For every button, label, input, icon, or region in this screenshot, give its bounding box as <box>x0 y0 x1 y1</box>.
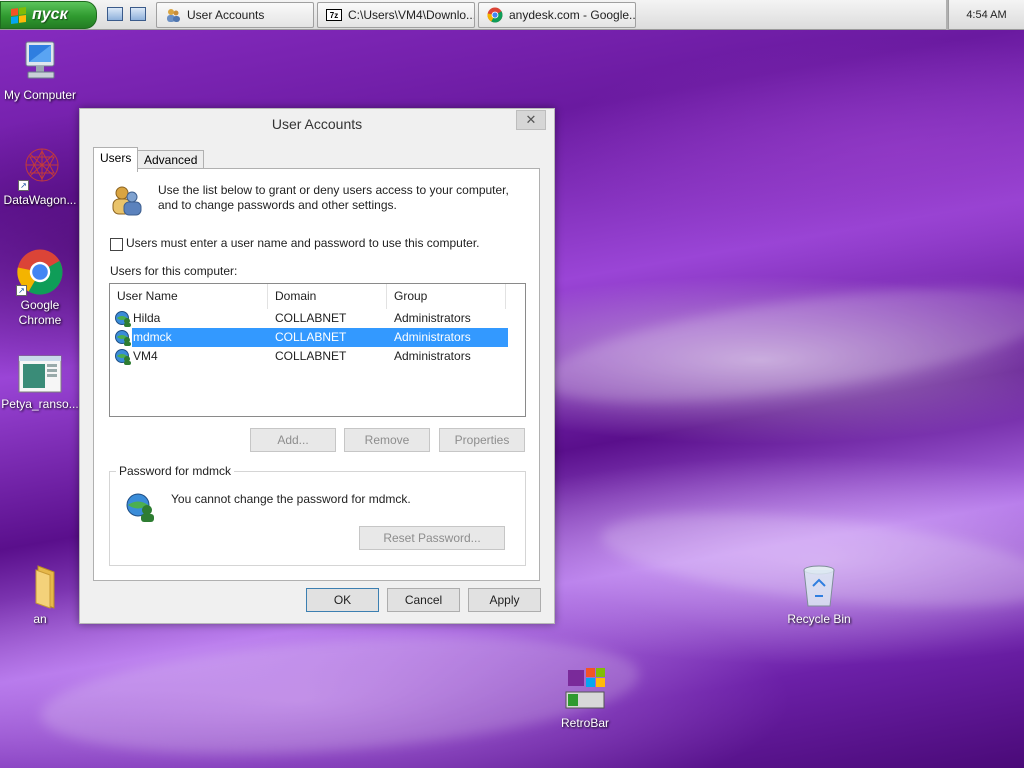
desktop: пуск User Accounts 7z C:\Users\VM4\Downl… <box>0 0 1024 768</box>
user-group: Administrators <box>394 330 471 344</box>
close-icon: ✕ <box>525 112 537 127</box>
user-row-hilda[interactable]: Hilda COLLABNET Administrators <box>112 309 508 328</box>
user-group: Administrators <box>394 349 471 363</box>
retrobar-icon <box>565 668 605 709</box>
tab-advanced[interactable]: Advanced <box>137 150 205 169</box>
task-label: anydesk.com - Google... <box>509 8 636 22</box>
users-list-header: User Name Domain Group <box>110 284 525 309</box>
desktop-icon-google-chrome[interactable]: ↗ Google Chrome <box>0 248 80 328</box>
window-icon <box>18 355 62 393</box>
users-tab-panel: Use the list below to grant or deny user… <box>93 168 540 581</box>
user-row-vm4[interactable]: VM4 COLLABNET Administrators <box>112 347 508 366</box>
close-button[interactable]: ✕ <box>516 110 546 130</box>
user-domain: COLLABNET <box>275 311 347 325</box>
computer-icon <box>25 41 55 79</box>
column-header-domain[interactable]: Domain <box>268 284 387 309</box>
users-list-caption: Users for this computer: <box>110 264 238 278</box>
user-globe-icon <box>115 330 131 346</box>
task-label: User Accounts <box>187 8 265 22</box>
desktop-icon-label: My Computer <box>3 88 77 102</box>
quick-launch-window-icon[interactable] <box>130 7 146 21</box>
desktop-icon-recycle-bin[interactable]: Recycle Bin <box>779 562 859 627</box>
add-user-button[interactable]: Add... <box>250 428 336 452</box>
reset-password-button[interactable]: Reset Password... <box>359 526 505 550</box>
taskbar-button-7zip[interactable]: 7z C:\Users\VM4\Downlo... <box>317 2 475 28</box>
desktop-icon-label: an <box>33 612 47 626</box>
desktop-icon-label: Recycle Bin <box>787 612 851 626</box>
show-desktop-icon[interactable] <box>107 7 123 21</box>
shortcut-arrow-icon: ↗ <box>16 285 27 296</box>
svg-text:7z: 7z <box>330 11 338 20</box>
remove-user-button[interactable]: Remove <box>344 428 430 452</box>
clock[interactable]: 4:54 AM <box>948 0 1024 30</box>
windows-logo-icon <box>11 6 26 24</box>
recycle-bin-icon <box>803 565 835 607</box>
require-login-checkbox[interactable] <box>110 238 123 251</box>
password-groupbox: Password for mdmck You cannot change the… <box>109 464 526 566</box>
folder-icon <box>35 565 55 609</box>
7zip-icon: 7z <box>326 9 342 21</box>
taskbar-button-chrome[interactable]: anydesk.com - Google... <box>478 2 636 28</box>
user-row-mdmck[interactable]: mdmck COLLABNET Administrators <box>112 328 508 347</box>
desktop-icon-petya[interactable]: Petya_ranso... <box>0 355 80 412</box>
shortcut-arrow-icon: ↗ <box>18 180 29 191</box>
user-domain: COLLABNET <box>275 349 347 363</box>
user-globe-icon <box>115 311 131 327</box>
user-name: mdmck <box>133 330 172 344</box>
apply-button[interactable]: Apply <box>468 588 541 612</box>
user-group: Administrators <box>394 311 471 325</box>
password-message: You cannot change the password for mdmck… <box>171 492 411 506</box>
intro-text: Use the list below to grant or deny user… <box>158 183 509 212</box>
taskbar: пуск User Accounts 7z C:\Users\VM4\Downl… <box>0 0 1024 30</box>
user-globe-icon <box>126 493 154 522</box>
start-label: пуск <box>32 6 68 23</box>
desktop-icon-label: Petya_ranso... <box>1 397 79 411</box>
user-globe-icon <box>115 349 131 365</box>
password-groupbox-legend: Password for mdmck <box>116 464 235 478</box>
dialog-title: User Accounts <box>271 116 363 132</box>
cancel-button[interactable]: Cancel <box>387 588 460 612</box>
start-button[interactable]: пуск <box>0 1 97 29</box>
clock-text: 4:54 AM <box>966 9 1007 21</box>
wallpaper-wave <box>536 264 1024 426</box>
desktop-icon-label: DataWagon... <box>3 193 77 207</box>
dialog-titlebar[interactable]: User Accounts ✕ <box>80 109 554 139</box>
user-accounts-dialog: User Accounts ✕ Users Advanced Use the l… <box>79 108 555 624</box>
column-header-group[interactable]: Group <box>387 284 506 309</box>
user-name: VM4 <box>133 349 158 363</box>
taskbar-button-user-accounts[interactable]: User Accounts <box>156 2 314 28</box>
column-header-user-name[interactable]: User Name <box>110 284 268 309</box>
users-icon <box>167 9 180 22</box>
require-login-label[interactable]: Users must enter a user name and passwor… <box>126 236 480 250</box>
desktop-icon-label: Google Chrome <box>18 298 62 327</box>
task-label: C:\Users\VM4\Downlo... <box>348 8 475 22</box>
users-icon <box>112 186 142 216</box>
chrome-icon <box>487 7 503 23</box>
desktop-icon-folder-an[interactable]: an <box>0 562 80 627</box>
desktop-icon-datawagon[interactable]: ↗ DataWagon... <box>0 145 80 208</box>
user-domain: COLLABNET <box>275 330 347 344</box>
ok-button[interactable]: OK <box>306 588 379 612</box>
desktop-icon-my-computer[interactable]: My Computer <box>0 40 80 103</box>
properties-button[interactable]: Properties <box>439 428 525 452</box>
tab-users[interactable]: Users <box>93 147 139 172</box>
desktop-icon-label: RetroBar <box>560 716 610 730</box>
desktop-icon-retrobar[interactable]: RetroBar <box>545 666 625 731</box>
user-name: Hilda <box>133 311 161 325</box>
users-list[interactable]: User Name Domain Group Hilda COLLABNET A… <box>109 283 526 417</box>
